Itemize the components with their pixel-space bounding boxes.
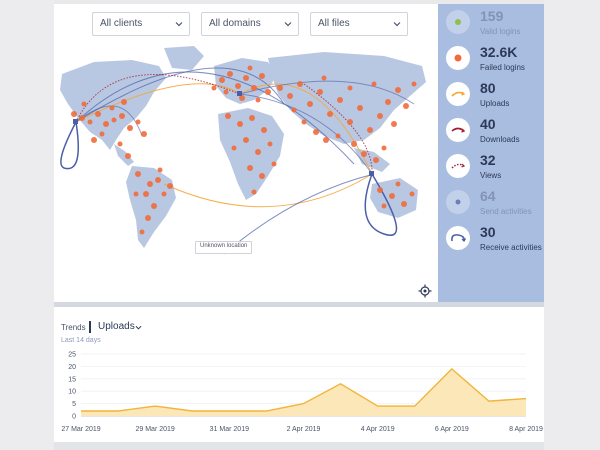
upload-icon: [446, 82, 470, 106]
stat-valid-logins[interactable]: 159 Valid logins: [446, 8, 546, 40]
stat-label: Send activities: [480, 207, 532, 216]
stat-value: 32: [480, 152, 496, 168]
domains-filter-label: All domains: [209, 18, 261, 29]
chart-x-ticks: 27 Mar 2019 29 Mar 2019 31 Mar 2019 2 Apr 2…: [61, 426, 543, 433]
view-icon: [446, 154, 470, 178]
chart-y-ticks: 0 5 10 15 20 25: [68, 352, 76, 421]
stat-value: 159: [480, 8, 504, 24]
stat-views[interactable]: 32 Views: [446, 152, 546, 184]
x-tick-label: 31 Mar 2019: [210, 426, 249, 433]
stat-downloads[interactable]: 40 Downloads: [446, 116, 546, 148]
uploads-trend-chart[interactable]: 0 5 10 15 20 25 27 Mar 2019 29 Mar 2019 31 Mar …: [54, 347, 544, 442]
unknown-location-label[interactable]: Unknown location: [195, 241, 253, 254]
stat-value: 30: [480, 224, 496, 240]
stat-label: Receive activities: [480, 243, 542, 252]
background-frame-left: [0, 0, 54, 450]
stat-value: 40: [480, 116, 496, 132]
stat-receive-activities[interactable]: 30 Receive activities: [446, 224, 546, 256]
world-map[interactable]: [54, 44, 438, 264]
greenland-landmass: [164, 46, 204, 70]
y-tick-label: 5: [72, 401, 76, 408]
bottom-strip: [54, 442, 544, 450]
trends-separator: [89, 321, 91, 333]
stats-panel: 159 Valid logins 32.6K Failed logins 80 …: [438, 4, 544, 302]
chevron-down-icon[interactable]: [135, 324, 142, 331]
chevron-down-icon: [284, 22, 292, 27]
south-america-landmass: [126, 166, 176, 248]
domains-filter-select[interactable]: All domains: [201, 12, 299, 36]
trends-panel: Trends Uploads Last 14 days 0 5 10 15 20 25 2…: [54, 307, 544, 442]
trends-range-label: Last 14 days: [61, 337, 101, 344]
x-tick-label: 6 Apr 2019: [435, 426, 469, 433]
clients-filter-select[interactable]: All clients: [92, 12, 190, 36]
failed-login-icon: [446, 46, 470, 70]
stat-value: 64: [480, 188, 496, 204]
background-frame-right: [544, 0, 600, 450]
send-icon: [446, 190, 470, 214]
y-tick-label: 15: [68, 376, 76, 383]
x-tick-label: 2 Apr 2019: [287, 426, 321, 433]
files-filter-label: All files: [318, 18, 350, 29]
x-tick-label: 27 Mar 2019: [61, 426, 100, 433]
chevron-down-icon: [175, 22, 183, 27]
download-icon: [446, 118, 470, 142]
y-tick-label: 0: [72, 414, 76, 421]
x-tick-label: 29 Mar 2019: [136, 426, 175, 433]
files-filter-select[interactable]: All files: [310, 12, 408, 36]
stat-label: Downloads: [480, 135, 520, 144]
y-tick-label: 20: [68, 364, 76, 371]
trends-metric-select[interactable]: Uploads: [98, 321, 135, 332]
x-tick-label: 4 Apr 2019: [361, 426, 395, 433]
stat-send-activities[interactable]: 64 Send activities: [446, 188, 546, 220]
y-tick-label: 25: [68, 352, 76, 359]
stat-label: Views: [480, 171, 502, 180]
africa-landmass: [218, 108, 284, 200]
stat-label: Failed logins: [480, 63, 525, 72]
x-tick-label: 8 Apr 2019: [509, 426, 543, 433]
clients-filter-label: All clients: [100, 18, 143, 29]
stat-uploads[interactable]: 80 Uploads: [446, 80, 546, 112]
receive-icon: [446, 226, 470, 250]
map-panel: All clients All domains All files Unknow…: [54, 4, 438, 302]
crosshair-icon[interactable]: [418, 284, 432, 298]
chevron-down-icon: [393, 22, 401, 27]
continents: [60, 46, 426, 248]
y-tick-label: 10: [68, 389, 76, 396]
central-america-landmass: [114, 144, 134, 166]
valid-login-icon: [446, 10, 470, 34]
stat-label: Valid logins: [480, 27, 521, 36]
trends-title: Trends: [61, 323, 86, 332]
stat-value: 80: [480, 80, 496, 96]
stat-value: 32.6K: [480, 44, 518, 60]
stat-failed-logins[interactable]: 32.6K Failed logins: [446, 44, 546, 76]
stat-label: Uploads: [480, 99, 510, 108]
